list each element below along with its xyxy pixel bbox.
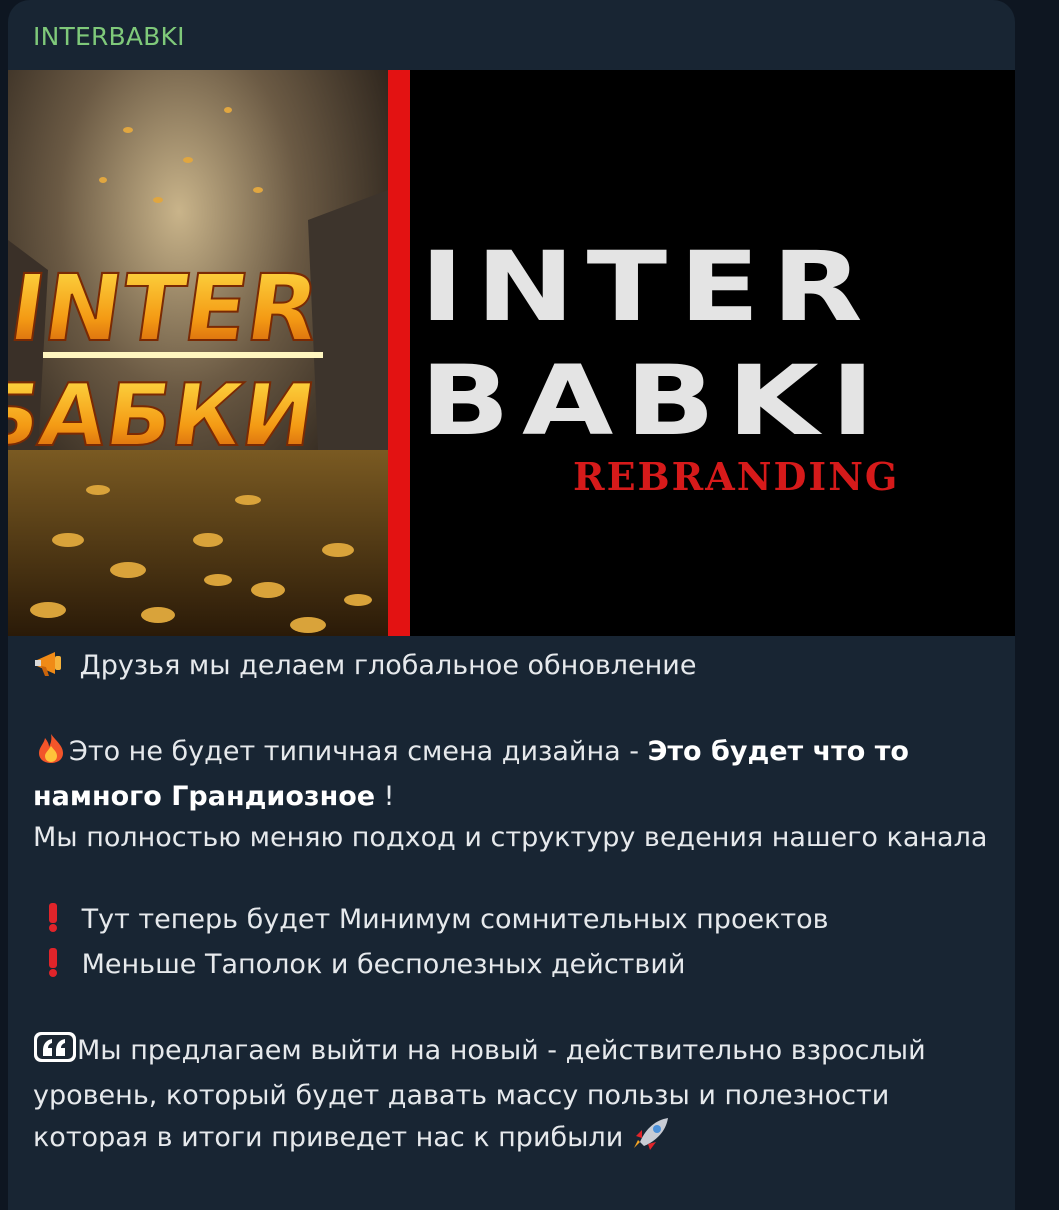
text-line-2-end: ! [375,781,395,812]
quote-icon [33,1031,77,1075]
banner-subtitle: REBRANDING [573,454,900,499]
chat-background [1030,0,1059,1188]
message-image[interactable]: INTER БАБКИ INTER BABKI REBRANDING [8,70,1015,636]
rocket-icon [632,1116,672,1162]
poster-image: INTER БАБКИ [8,70,388,636]
fire-icon [33,732,69,776]
text-line-2: Это не будет типичная смена дизайна - [69,736,648,767]
message-text: Друзья мы делаем глобальное обновление Э… [33,645,993,1162]
bullet-2: Меньше Таполок и бесполезных действий [81,949,686,980]
text-line-1: Друзья мы делаем глобальное обновление [79,650,697,681]
bullet-1: Тут теперь будет Минимум сомнительных пр… [81,904,829,935]
poster-line2: БАБКИ [8,366,321,466]
channel-name[interactable]: INTERBABKI [33,22,185,51]
banner-title-line1: INTER [420,229,875,343]
exclamation-icon [33,902,73,944]
title-panel: INTER BABKI REBRANDING [410,70,1015,636]
exclamation-icon [33,947,73,989]
text-line-4: Мы предлагаем выйти на новый - действите… [33,1035,926,1153]
message-bubble: INTERBABKI INTER БАБКИ INTER BABKI REBRA… [8,0,1015,1210]
text-line-3: Мы полностью меняю подход и структуру ве… [33,822,988,853]
banner-title-line2: BABKI [420,343,887,457]
megaphone-icon [33,648,71,690]
red-divider [388,70,410,636]
poster-line1: INTER [8,254,326,361]
